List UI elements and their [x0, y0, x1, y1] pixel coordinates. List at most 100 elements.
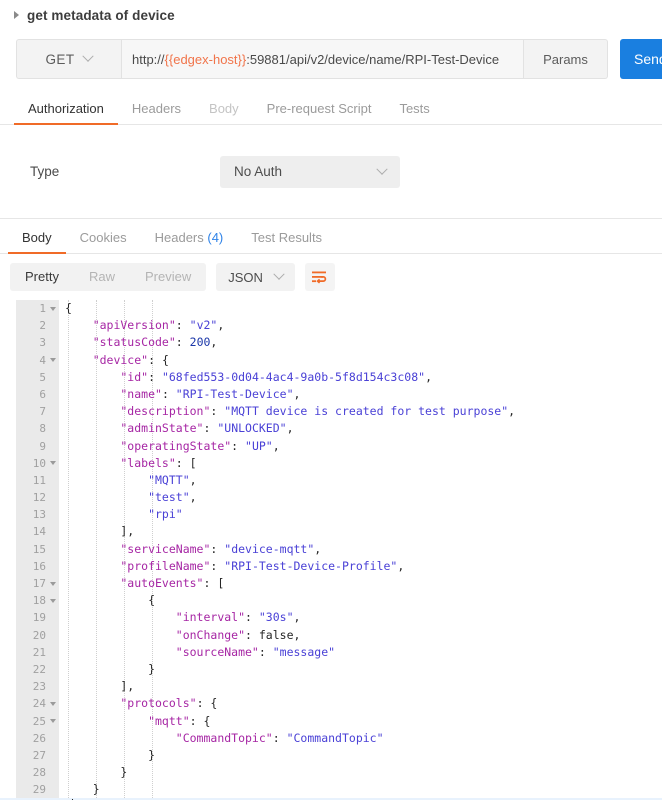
- code-token: "30s": [258, 610, 294, 625]
- fold-toggle-icon[interactable]: [50, 719, 56, 724]
- code-token: ,: [189, 472, 197, 487]
- tab-authorization[interactable]: Authorization: [14, 101, 118, 125]
- disclosure-triangle-icon[interactable]: [14, 11, 19, 19]
- tab-pre-request-script[interactable]: Pre-request Script: [253, 101, 386, 124]
- code-token: "protocols": [65, 696, 197, 711]
- method-selector[interactable]: GET: [16, 39, 121, 79]
- url-suffix: :59881/api/v2/device/name/RPI-Test-Devic…: [246, 51, 500, 67]
- code-line-source: }: [59, 764, 662, 781]
- code-line: 6 "name": "RPI-Test-Device",: [0, 386, 662, 403]
- line-number: 23: [32, 680, 46, 694]
- send-button[interactable]: Send: [620, 39, 662, 79]
- text-caret: [71, 799, 73, 800]
- tab-body[interactable]: Body: [195, 101, 253, 124]
- code-token: ,: [314, 541, 322, 556]
- code-token: "adminState": [65, 421, 204, 436]
- view-mode-pretty[interactable]: Pretty: [10, 263, 74, 291]
- code-line-source: "rpi": [59, 506, 662, 523]
- response-tab-body[interactable]: Body: [8, 230, 66, 254]
- line-number: 10: [16, 455, 59, 472]
- code-token: "operatingState": [65, 438, 232, 453]
- code-line: 22 }: [0, 661, 662, 678]
- code-line-source: "interval": "30s",: [59, 609, 662, 626]
- response-tab-test-results[interactable]: Test Results: [237, 230, 336, 253]
- code-token: "device-mqtt": [224, 541, 315, 556]
- line-number: 13: [32, 508, 46, 522]
- response-tab-label: Headers: [154, 230, 204, 245]
- code-line-source: "statusCode": 200,: [59, 334, 662, 351]
- word-wrap-icon[interactable]: [304, 263, 335, 291]
- code-line: 27 }: [0, 747, 662, 764]
- auth-type-select[interactable]: No Auth: [220, 155, 400, 188]
- params-button[interactable]: Params: [524, 39, 608, 79]
- view-mode-preview[interactable]: Preview: [130, 263, 206, 291]
- code-token: "RPI-Test-Device": [175, 386, 294, 401]
- line-number: 15: [32, 542, 46, 556]
- fold-toggle-icon[interactable]: [50, 581, 56, 586]
- line-number: 11: [32, 473, 46, 487]
- code-token: "name": [65, 386, 162, 401]
- response-tabs: Body Cookies Headers (4) Test Results: [0, 219, 662, 254]
- code-token: ,: [272, 438, 280, 453]
- code-token: "test": [65, 490, 190, 505]
- code-line: 26 "CommandTopic": "CommandTopic": [0, 730, 662, 747]
- fold-toggle-icon[interactable]: [50, 358, 56, 363]
- code-token: "device": [65, 352, 149, 367]
- chevron-down-icon: [82, 50, 95, 62]
- code-token: :: [210, 404, 225, 419]
- tab-tests[interactable]: Tests: [385, 101, 443, 124]
- code-line-source: "adminState": "UNLOCKED",: [59, 420, 662, 437]
- view-mode-raw[interactable]: Raw: [74, 263, 130, 291]
- code-token: ,: [210, 335, 218, 350]
- code-line-source: }: [59, 798, 662, 800]
- url-bar: GET http://{{edgex-host}}:59881/api/v2/d…: [16, 39, 662, 79]
- code-line-source: "autoEvents": [: [59, 575, 662, 592]
- code-token: "CommandTopic": [286, 730, 384, 745]
- code-line-source: "serviceName": "device-mqtt",: [59, 541, 662, 558]
- code-line: 30}: [0, 798, 662, 800]
- code-token: "autoEvents": [65, 576, 204, 590]
- code-token: :: [210, 558, 225, 573]
- fold-toggle-icon[interactable]: [50, 306, 56, 311]
- code-line-source: "sourceName": "message": [59, 644, 662, 661]
- fold-toggle-icon[interactable]: [50, 461, 56, 466]
- code-token: "68fed553-0d04-4ac4-9a0b-5f8d154c3c08": [161, 369, 426, 384]
- code-line: 18 {: [0, 592, 662, 609]
- response-tab-label: Body: [22, 230, 52, 245]
- code-line-source: "mqtt": {: [59, 713, 662, 730]
- chevron-down-icon: [376, 163, 388, 175]
- tab-headers[interactable]: Headers: [118, 101, 195, 124]
- line-number: 29: [32, 783, 46, 797]
- response-tab-cookies[interactable]: Cookies: [66, 230, 141, 253]
- fold-toggle-icon[interactable]: [50, 701, 56, 706]
- line-number: 16: [32, 559, 46, 573]
- line-number: 19: [32, 611, 46, 625]
- code-line: 1{: [0, 300, 662, 317]
- code-token: ,: [189, 490, 197, 505]
- code-token: ,: [293, 610, 301, 625]
- code-token: }: [65, 799, 72, 800]
- code-token: "RPI-Test-Device-Profile": [224, 558, 398, 573]
- code-line-source: "onChange": false,: [59, 627, 662, 644]
- response-body-viewer[interactable]: 1{2 "apiVersion": "v2", 3 "statusCode": 2…: [0, 300, 662, 800]
- url-input[interactable]: http://{{edgex-host}}:59881/api/v2/devic…: [121, 39, 524, 79]
- code-line: 3 "statusCode": 200,: [0, 334, 662, 351]
- code-line-source: "labels": [: [59, 455, 662, 472]
- response-tab-headers[interactable]: Headers (4): [141, 230, 238, 253]
- code-line: 5 "id": "68fed553-0d04-4ac4-9a0b-5f8d154…: [0, 369, 662, 386]
- response-tab-label: Cookies: [79, 230, 127, 245]
- code-token: "sourceName": [65, 644, 259, 659]
- line-number: 7: [39, 405, 46, 419]
- line-number: 26: [32, 731, 46, 745]
- code-token: ],: [65, 679, 135, 694]
- code-line-source: "profileName": "RPI-Test-Device-Profile"…: [59, 558, 662, 575]
- code-lines: 1{2 "apiVersion": "v2", 3 "statusCode": 2…: [0, 300, 662, 800]
- fold-toggle-icon[interactable]: [50, 598, 56, 603]
- code-token: ,: [293, 386, 301, 401]
- url-text: http://{{edgex-host}}:59881/api/v2/devic…: [132, 52, 499, 67]
- line-number: 9: [39, 439, 46, 453]
- code-token: false: [258, 627, 294, 642]
- code-token: "statusCode": [65, 335, 176, 350]
- code-token: "rpi": [65, 507, 183, 522]
- format-select[interactable]: JSON: [216, 263, 295, 291]
